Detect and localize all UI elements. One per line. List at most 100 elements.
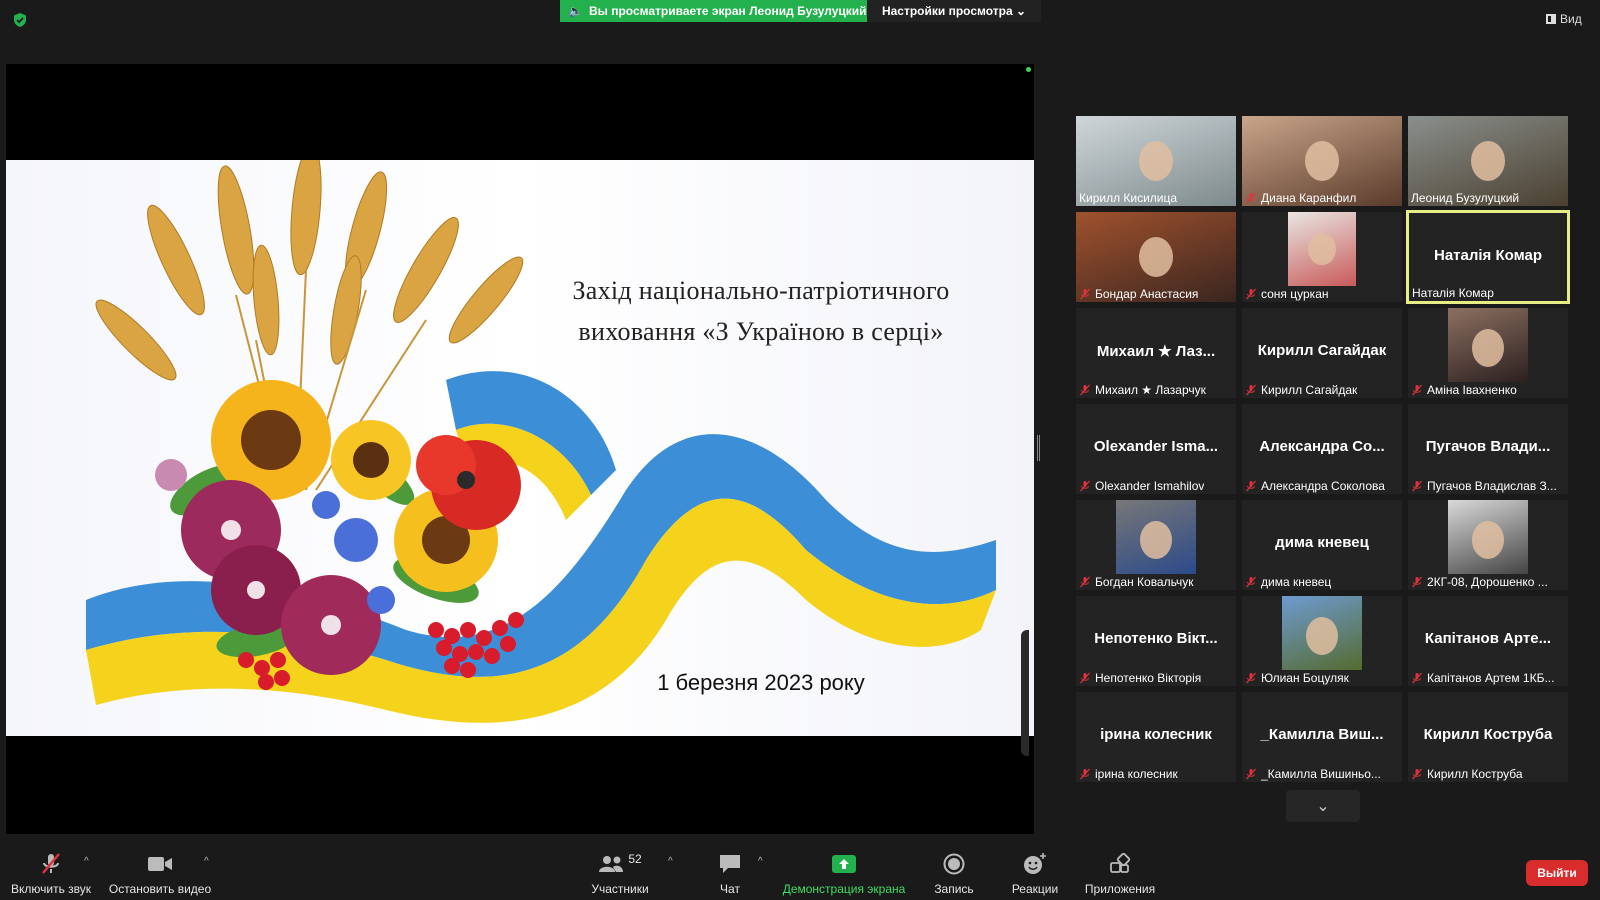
- participant-tile[interactable]: Бондар Анастасия: [1076, 212, 1236, 302]
- slide-artwork: [86, 160, 996, 723]
- share-screen-button[interactable]: Демонстрация экрана: [782, 842, 906, 900]
- participants-icon: [599, 856, 624, 872]
- participant-name: Александра Соколова: [1261, 479, 1385, 493]
- speaker-icon: 🔈: [568, 4, 583, 18]
- participant-name: Аміна Івахненко: [1427, 383, 1517, 397]
- participant-name: Диана Каранфил: [1261, 191, 1357, 205]
- participant-tile[interactable]: Леонид Бузулуцкий: [1408, 116, 1568, 206]
- participants-options-caret[interactable]: ^: [668, 856, 673, 867]
- muted-microphone-icon: [1246, 384, 1256, 396]
- chat-options-caret[interactable]: ^: [758, 856, 763, 867]
- participant-display-name: _Камилла Виш...: [1260, 726, 1384, 743]
- participant-name-label: Капітанов Артем 1КБ...: [1411, 671, 1554, 685]
- chat-button[interactable]: Чат: [710, 842, 750, 900]
- muted-microphone-icon: [1246, 672, 1256, 684]
- participant-name-label: Юлиан Боцуляк: [1245, 671, 1349, 685]
- video-options-caret[interactable]: ^: [204, 856, 209, 867]
- participants-label: Участники: [591, 882, 649, 896]
- participant-tile[interactable]: Капітанов Арте... Капітанов Артем 1КБ...: [1408, 596, 1568, 686]
- participant-name-label: Olexander Ismahilov: [1079, 479, 1204, 493]
- participant-name-label: Бондар Анастасия: [1079, 287, 1198, 301]
- participant-silhouette: [1139, 141, 1173, 182]
- participant-tile[interactable]: ірина колесник ірина колесник: [1076, 692, 1236, 782]
- participant-tile[interactable]: Кирилл Сагайдак Кирилл Сагайдак: [1242, 308, 1402, 398]
- participant-tile[interactable]: Пугачов Влади... Пугачов Владислав З...: [1408, 404, 1568, 494]
- meeting-toolbar: Включить звук ^ Остановить видео ^ 52 Уч…: [0, 842, 1600, 900]
- participant-tile[interactable]: Диана Каранфил: [1242, 116, 1402, 206]
- participant-tile[interactable]: Olexander Isma... Olexander Ismahilov: [1076, 404, 1236, 494]
- share-side-panel-handle[interactable]: [1021, 630, 1029, 756]
- participants-button[interactable]: 52 Участники: [588, 842, 652, 900]
- participant-tile[interactable]: _Камилла Виш... _Камилла Вишиньо...: [1242, 692, 1402, 782]
- stop-video-button[interactable]: Остановить видео: [108, 842, 212, 900]
- participant-tile[interactable]: Кирилл Коструба Кирилл Коструба: [1408, 692, 1568, 782]
- top-bar: 🔈 Вы просматриваете экран Леонид Бузулуц…: [0, 0, 1600, 40]
- gallery-next-page-button[interactable]: ⌄: [1286, 790, 1360, 822]
- apps-button[interactable]: Приложения: [1082, 842, 1158, 900]
- participant-tile[interactable]: Непотенко Вікт... Непотенко Вікторія: [1076, 596, 1236, 686]
- apps-label: Приложения: [1084, 882, 1156, 896]
- participant-tile[interactable]: Александра Со... Александра Соколова: [1242, 404, 1402, 494]
- participant-name: 2КГ-08, Дорошенко ...: [1427, 575, 1548, 589]
- slide-title-line-1: Захід національно-патріотичного: [572, 276, 950, 305]
- security-shield-icon[interactable]: [12, 12, 28, 28]
- share-screen-label: Демонстрация экрана: [782, 882, 906, 896]
- participant-name-label: Богдан Ковальчук: [1079, 575, 1194, 589]
- slide-title-line-2: виховання «З Україною в серці»: [578, 317, 944, 346]
- participant-name: Богдан Ковальчук: [1095, 575, 1194, 589]
- participant-name-label: Аміна Івахненко: [1411, 383, 1517, 397]
- chat-label: Чат: [720, 882, 740, 896]
- unmute-button[interactable]: Включить звук: [10, 842, 92, 900]
- participant-silhouette: [1471, 141, 1505, 182]
- reactions-button[interactable]: Реакции: [1010, 842, 1060, 900]
- participant-display-name: Пугачов Влади...: [1425, 438, 1551, 455]
- participant-display-name: Кирилл Сагайдак: [1257, 342, 1387, 359]
- participant-name-label: Непотенко Вікторія: [1079, 671, 1201, 685]
- muted-microphone-icon: [42, 853, 60, 874]
- participant-tile[interactable]: Кирилл Кисилица: [1076, 116, 1236, 206]
- participant-name-label: Диана Каранфил: [1245, 191, 1356, 205]
- participant-name: Бондар Анастасия: [1095, 287, 1199, 301]
- participant-name-label: Кирилл Коструба: [1411, 767, 1523, 781]
- participants-count: 52: [628, 852, 642, 866]
- record-icon: [943, 853, 965, 875]
- participant-video: [1282, 596, 1362, 670]
- video-camera-icon: [148, 857, 172, 871]
- leave-meeting-button[interactable]: Выйти: [1526, 860, 1588, 886]
- participant-tile[interactable]: Наталія Комар Наталія Комар: [1406, 210, 1570, 304]
- apps-icon: [1110, 853, 1131, 873]
- muted-microphone-icon: [1080, 384, 1090, 396]
- splitter-handle[interactable]: [1037, 435, 1040, 461]
- muted-microphone-icon: [1412, 672, 1422, 684]
- participant-video: [1116, 500, 1196, 574]
- wheat-bunch: [95, 160, 524, 381]
- presentation-slide: Захід національно-патріотичного вихованн…: [6, 160, 1034, 736]
- participant-tile[interactable]: Юлиан Боцуляк: [1242, 596, 1402, 686]
- participant-silhouette: [1305, 141, 1339, 182]
- participant-tile[interactable]: дима кневец дима кневец: [1242, 500, 1402, 590]
- participant-name-label: Пугачов Владислав З...: [1411, 479, 1557, 493]
- record-label: Запись: [934, 882, 974, 896]
- view-button[interactable]: Вид: [1546, 12, 1582, 26]
- participant-name: _Камилла Вишиньо...: [1261, 767, 1381, 781]
- participant-name-label: Леонид Бузулуцкий: [1411, 191, 1519, 205]
- muted-microphone-icon: [1080, 672, 1090, 684]
- participant-tile[interactable]: 2КГ-08, Дорошенко ...: [1408, 500, 1568, 590]
- participant-name-label: Александра Соколова: [1245, 479, 1385, 493]
- participant-name-label: Кирилл Кисилица: [1079, 191, 1177, 205]
- muted-microphone-icon: [1080, 480, 1090, 492]
- participant-tile[interactable]: Богдан Ковальчук: [1076, 500, 1236, 590]
- participant-video: [1448, 308, 1528, 382]
- participant-video: [1448, 500, 1528, 574]
- participant-tile[interactable]: соня цуркан: [1242, 212, 1402, 302]
- participant-name: ірина колесник: [1095, 767, 1178, 781]
- audio-options-caret[interactable]: ^: [84, 856, 89, 867]
- view-options-button[interactable]: Настройки просмотра ⌄: [867, 0, 1041, 22]
- participant-tile[interactable]: Михаил ★ Лаз... Михаил ★ Лазарчук: [1076, 308, 1236, 398]
- participant-display-name: Капітанов Арте...: [1424, 630, 1552, 647]
- participant-display-name: Александра Со...: [1259, 438, 1385, 455]
- muted-microphone-icon: [1080, 768, 1090, 780]
- record-button[interactable]: Запись: [932, 842, 976, 900]
- sunflower-2: [331, 420, 411, 500]
- participant-tile[interactable]: Аміна Івахненко: [1408, 308, 1568, 398]
